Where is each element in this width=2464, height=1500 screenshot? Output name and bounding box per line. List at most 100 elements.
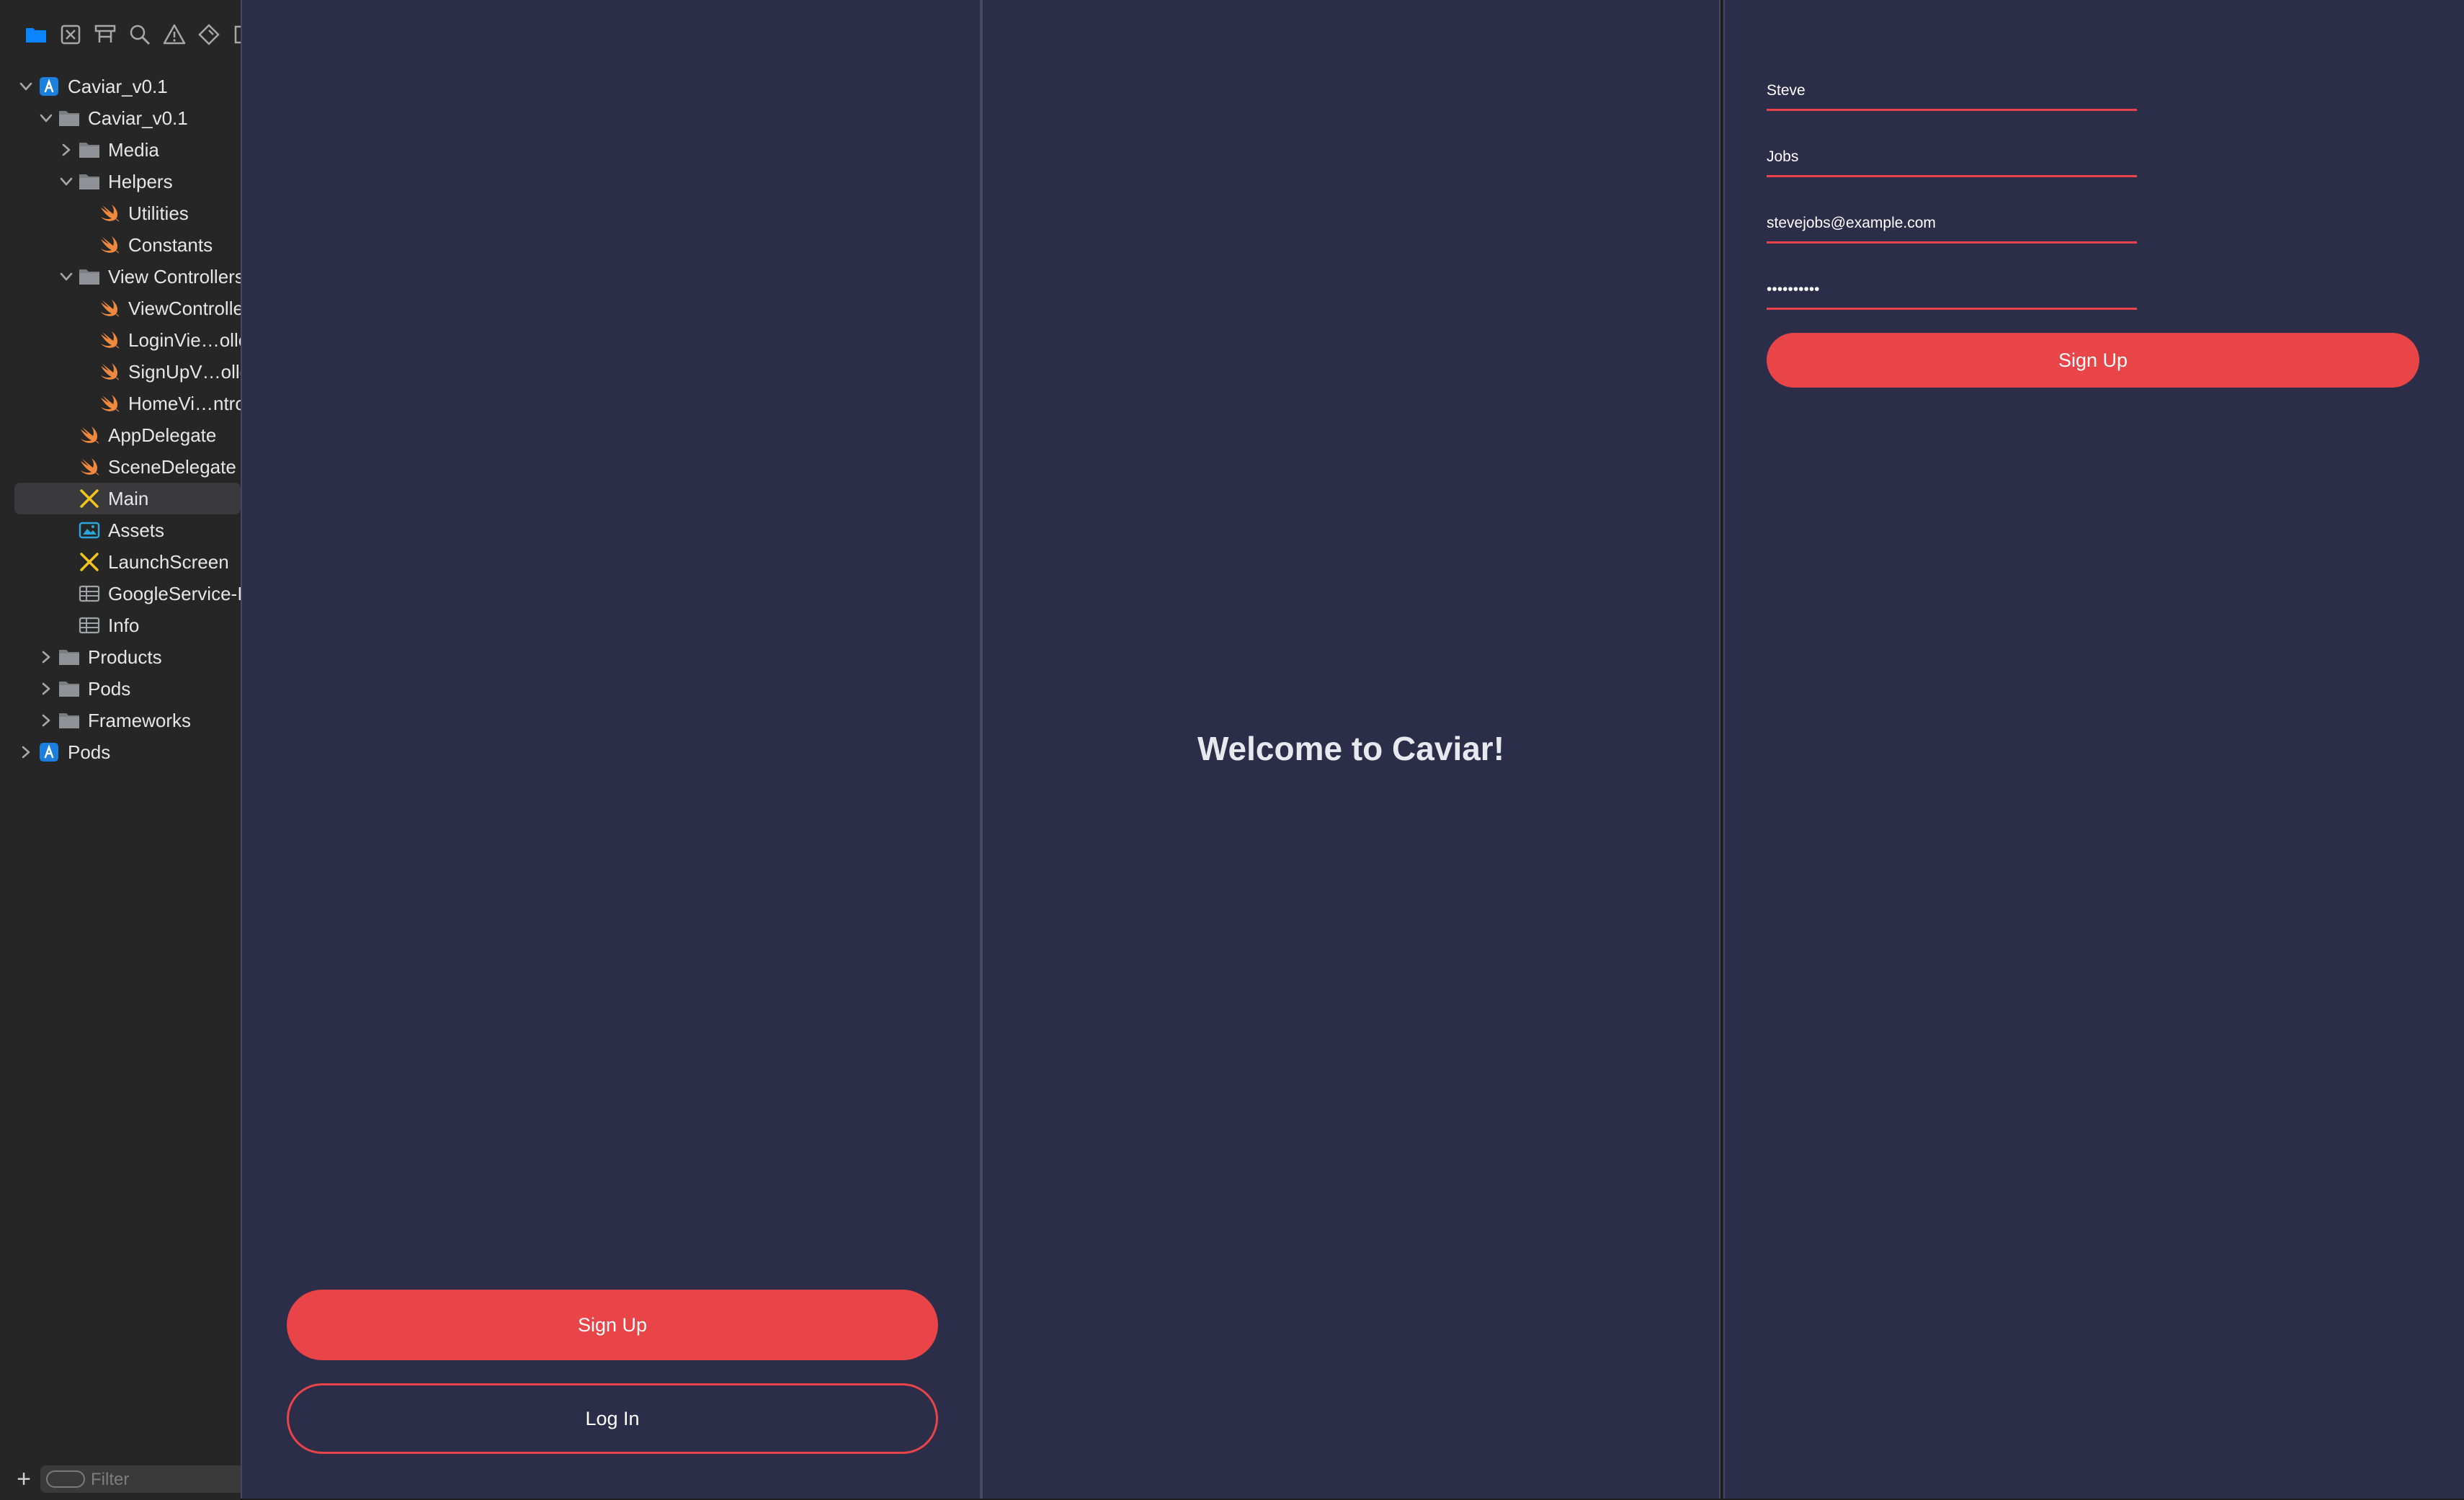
tree-row[interactable]: ViewController: [0, 293, 241, 324]
project-navigator-icon[interactable]: [20, 19, 52, 50]
tree-row[interactable]: Helpers: [0, 166, 241, 197]
tree-row-label: SignUpV…oller: [128, 361, 241, 383]
tree-row[interactable]: SceneDelegate: [0, 451, 241, 483]
tree-row[interactable]: LoginVie…oller: [0, 324, 241, 356]
file-tree: Caviar_v0.1 Caviar_v0.1 Media Helpers Utilit…: [0, 71, 241, 768]
chevron-right-icon[interactable]: [17, 744, 35, 761]
issue-icon[interactable]: [159, 19, 190, 50]
tree-row[interactable]: Products: [0, 641, 241, 673]
plist-icon: [78, 582, 101, 605]
xcode-project-icon: [37, 741, 61, 764]
tree-row-label: AppDelegate: [108, 424, 217, 446]
tree-row-label: View Controllers: [108, 266, 241, 287]
debug-icon[interactable]: [228, 19, 241, 50]
swift-icon: [98, 360, 121, 383]
folder-icon: [58, 107, 81, 130]
home-screen[interactable]: Welcome to Caviar!: [981, 0, 1720, 1499]
email-field[interactable]: [1767, 207, 2137, 244]
tree-row-label: SceneDelegate: [108, 456, 236, 478]
chevron-right-icon[interactable]: [37, 648, 55, 666]
tree-row[interactable]: Pods: [0, 736, 241, 768]
chevron-down-icon[interactable]: [58, 268, 75, 285]
tree-row-label: Frameworks: [88, 710, 192, 731]
tree-row[interactable]: Caviar_v0.1: [0, 71, 241, 102]
tree-row-label: Caviar_v0.1: [68, 76, 168, 97]
landing-screen[interactable]: Sign Up Log In: [241, 0, 981, 1499]
folder-icon: [58, 646, 81, 669]
plist-icon: [78, 614, 101, 637]
tree-row[interactable]: LaunchScreen: [0, 546, 241, 578]
tree-row[interactable]: Frameworks: [0, 705, 241, 736]
swift-icon: [98, 202, 121, 225]
swift-icon: [78, 455, 101, 478]
welcome-label: Welcome to Caviar!: [1197, 730, 1505, 767]
password-input[interactable]: [1767, 274, 2137, 305]
filter-input[interactable]: [89, 1468, 236, 1492]
xcode-project-icon: [37, 75, 61, 98]
chevron-right-icon[interactable]: [37, 712, 55, 729]
tree-row[interactable]: Info: [0, 610, 241, 641]
tree-row[interactable]: View Controllers: [0, 261, 241, 293]
chevron-down-icon[interactable]: [17, 78, 35, 95]
last-name-field[interactable]: [1767, 141, 2137, 177]
navigator-toolbar: [0, 0, 241, 69]
swift-icon: [98, 233, 121, 256]
find-icon[interactable]: [124, 19, 156, 50]
tree-row-label: GoogleService-Info: [108, 583, 241, 604]
tree-row-label: Caviar_v0.1: [88, 107, 188, 129]
test-icon[interactable]: [193, 19, 225, 50]
folder-icon: [78, 138, 101, 161]
tree-row-label: Utilities: [128, 202, 189, 224]
swift-icon: [98, 297, 121, 320]
tree-row[interactable]: Main: [14, 483, 241, 514]
storyboard-icon: [78, 487, 101, 510]
chevron-down-icon[interactable]: [58, 173, 75, 190]
folder-icon: [78, 265, 101, 288]
folder-icon: [58, 677, 81, 700]
tree-row-label: LaunchScreen: [108, 551, 229, 573]
filter-field[interactable]: [40, 1465, 241, 1493]
tree-row-label: Media: [108, 139, 159, 161]
chevron-right-icon[interactable]: [58, 141, 75, 159]
tree-row[interactable]: Assets: [0, 514, 241, 546]
storyboard-icon: [78, 550, 101, 573]
signup-screen[interactable]: Sign Up: [1723, 0, 2464, 1499]
chevron-right-icon[interactable]: [37, 680, 55, 697]
tree-row-label: Main: [108, 488, 149, 509]
tree-row[interactable]: Constants: [0, 229, 241, 261]
xcode-window: Caviar_v0.1 Caviar_v0.1 Media Helpers Utilit…: [0, 0, 2464, 1500]
tree-row-label: Pods: [88, 678, 131, 700]
tree-row[interactable]: Utilities: [0, 197, 241, 229]
storyboard-canvas[interactable]: Sign Up Log In Welcome to Caviar! Sign U…: [241, 0, 2464, 1500]
tree-row-label: Helpers: [108, 171, 173, 192]
symbol-navigator-icon[interactable]: [89, 19, 121, 50]
project-navigator: Caviar_v0.1 Caviar_v0.1 Media Helpers Utilit…: [0, 0, 242, 1500]
last-name-input[interactable]: [1767, 141, 2137, 173]
tree-row-label: Assets: [108, 519, 165, 541]
first-name-field[interactable]: [1767, 75, 2137, 111]
add-file-button[interactable]: +: [13, 1467, 35, 1491]
tree-row-label: ViewController: [128, 298, 241, 319]
tree-row[interactable]: Pods: [0, 673, 241, 705]
swift-icon: [78, 424, 101, 447]
password-field[interactable]: [1767, 274, 2137, 310]
source-control-icon[interactable]: [55, 19, 86, 50]
tree-row-label: Pods: [68, 741, 111, 763]
tree-row-label: LoginVie…oller: [128, 329, 241, 351]
asset-catalog-icon: [78, 519, 101, 542]
chevron-down-icon[interactable]: [37, 110, 55, 127]
tree-row[interactable]: Media: [0, 134, 241, 166]
tree-row[interactable]: AppDelegate: [0, 419, 241, 451]
tree-row-label: HomeVi…ntroller: [128, 393, 241, 414]
tree-row[interactable]: Caviar_v0.1: [0, 102, 241, 134]
first-name-input[interactable]: [1767, 75, 2137, 107]
email-input[interactable]: [1767, 207, 2137, 239]
signup-submit-button[interactable]: Sign Up: [1767, 333, 2419, 388]
tree-row-label: Constants: [128, 234, 213, 256]
tree-row[interactable]: GoogleService-Info: [0, 578, 241, 610]
tree-row[interactable]: SignUpV…oller: [0, 356, 241, 388]
landing-login-button[interactable]: Log In: [287, 1383, 938, 1454]
filter-options-icon[interactable]: [46, 1470, 85, 1488]
tree-row[interactable]: HomeVi…ntroller: [0, 388, 241, 419]
landing-signup-button[interactable]: Sign Up: [287, 1290, 938, 1360]
